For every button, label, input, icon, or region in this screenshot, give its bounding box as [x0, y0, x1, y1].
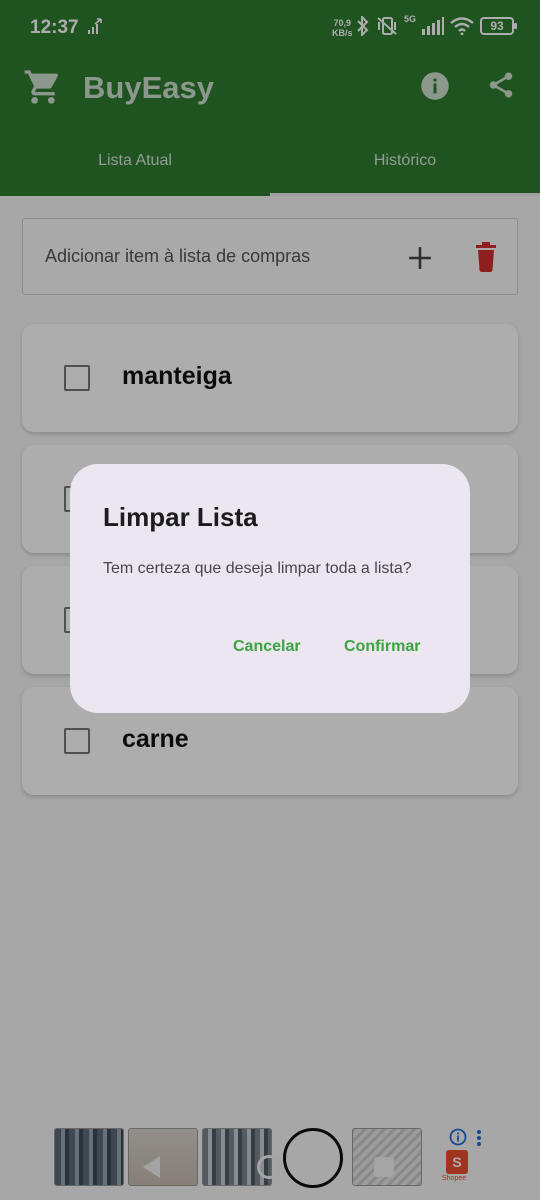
- confirm-button[interactable]: Confirmar: [344, 638, 420, 656]
- dialog-message: Tem certeza que deseja limpar toda a lis…: [103, 560, 412, 577]
- clear-list-dialog: Limpar Lista Tem certeza que deseja limp…: [70, 464, 470, 713]
- dialog-title: Limpar Lista: [103, 502, 258, 532]
- cancel-button[interactable]: Cancelar: [233, 638, 301, 656]
